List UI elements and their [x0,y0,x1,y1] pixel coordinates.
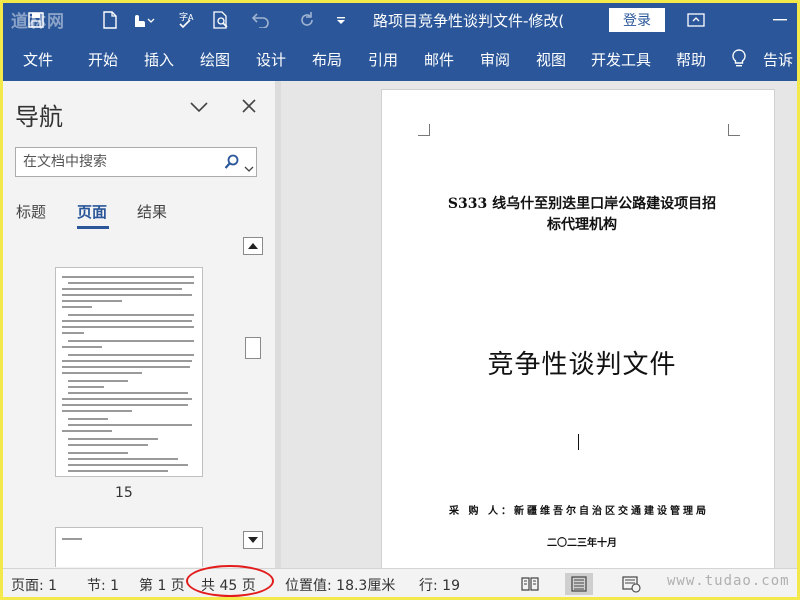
status-page-of[interactable]: 第 1 页 [139,575,185,595]
new-document-icon[interactable] [99,7,121,33]
title-bar: 道林网 字A 路项目竞争性谈判文件-修改( 登录 [3,3,797,37]
buyer-line: 采 购 人：新疆维吾尔自治区交通建设管理局 [449,506,709,517]
document-area[interactable]: S333 线乌什至别迭里口岸公路建设项目招 标代理机构 竞争性谈判文件 采 购 … [281,81,797,569]
print-layout-icon[interactable] [565,573,593,595]
status-position[interactable]: 位置值: 18.3厘米 [285,575,395,595]
search-options-chevron-icon[interactable] [244,158,254,172]
redo-icon[interactable] [295,7,319,33]
tab-home[interactable]: 开始 [88,49,118,70]
search-input[interactable] [23,152,213,172]
customize-toolbar-icon[interactable] [333,7,349,33]
crop-mark [418,124,430,136]
scroll-up-button[interactable] [243,237,263,255]
tab-developer[interactable]: 开发工具 [591,49,651,70]
status-line[interactable]: 行: 19 [419,575,460,595]
nav-tab-headings[interactable]: 标题 [16,201,46,222]
navigation-pane: 导航 标题 页面 结果 [3,81,275,568]
ribbon-display-options-icon[interactable] [687,7,709,33]
touch-mode-icon[interactable] [127,7,157,33]
print-preview-icon[interactable] [209,7,233,33]
svg-text:字: 字 [179,11,188,23]
scroll-down-button[interactable] [243,531,263,549]
spelling-check-icon[interactable]: 字A [175,7,199,33]
chevron-down-icon[interactable] [189,99,209,115]
document-page[interactable]: S333 线乌什至别迭里口岸公路建设项目招 标代理机构 竞争性谈判文件 采 购 … [381,89,775,569]
tab-help[interactable]: 帮助 [676,49,706,70]
scroll-thumb[interactable] [245,337,261,359]
nav-tab-pages[interactable]: 页面 [77,201,107,222]
close-icon[interactable] [241,98,257,114]
lightbulb-icon[interactable] [731,49,747,69]
tab-file[interactable]: 文件 [23,49,53,70]
site-watermark-bottom: www.tudao.com [667,573,790,589]
word-window: 道林网 字A 路项目竞争性谈判文件-修改( 登录 文件 开始 插入 绘图 设计 … [3,3,797,597]
ribbon-tab-bar: 文件 开始 插入 绘图 设计 布局 引用 邮件 审阅 视图 开发工具 帮助 告诉 [3,37,797,81]
tell-me-search[interactable]: 告诉 [763,49,793,70]
tab-view[interactable]: 视图 [536,49,566,70]
save-icon[interactable] [25,7,47,33]
navigation-title: 导航 [15,103,63,131]
status-page[interactable]: 页面: 1 [11,575,57,595]
highlight-circle [186,565,274,597]
text-cursor [578,434,579,450]
tab-design[interactable]: 设计 [256,49,286,70]
minimize-icon[interactable] [773,7,795,33]
web-layout-icon[interactable] [617,573,645,595]
heading-line-2: 标代理机构 [547,217,617,233]
crop-mark [728,124,740,136]
search-icon[interactable] [224,154,240,170]
tab-mailings[interactable]: 邮件 [424,49,454,70]
read-mode-icon[interactable] [516,573,544,595]
undo-icon[interactable] [247,7,275,33]
status-section[interactable]: 节: 1 [87,575,119,595]
document-title: 路项目竞争性谈判文件-修改( [373,12,565,30]
document-heading: S333 线乌什至别迭里口岸公路建设项目招 标代理机构 [422,194,742,236]
heading-line-1: S333 线乌什至别迭里口岸公路建设项目招 [447,196,717,212]
tab-insert[interactable]: 插入 [144,49,174,70]
tab-references[interactable]: 引用 [368,49,398,70]
thumbnail-page-number: 15 [115,485,133,501]
nav-scrollbar[interactable] [243,237,263,555]
document-main-title: 竞争性谈判文件 [487,350,677,380]
nav-tab-results[interactable]: 结果 [137,201,167,222]
tab-draw[interactable]: 绘图 [200,49,230,70]
login-button[interactable]: 登录 [609,8,665,32]
page-thumbnail[interactable] [55,267,203,477]
search-box[interactable] [15,147,257,177]
document-date: 二〇二三年十月 [547,538,617,549]
page-thumbnail-next[interactable] [55,527,203,567]
tab-review[interactable]: 审阅 [480,49,510,70]
tab-layout[interactable]: 布局 [312,49,342,70]
active-tab-indicator [77,226,109,229]
